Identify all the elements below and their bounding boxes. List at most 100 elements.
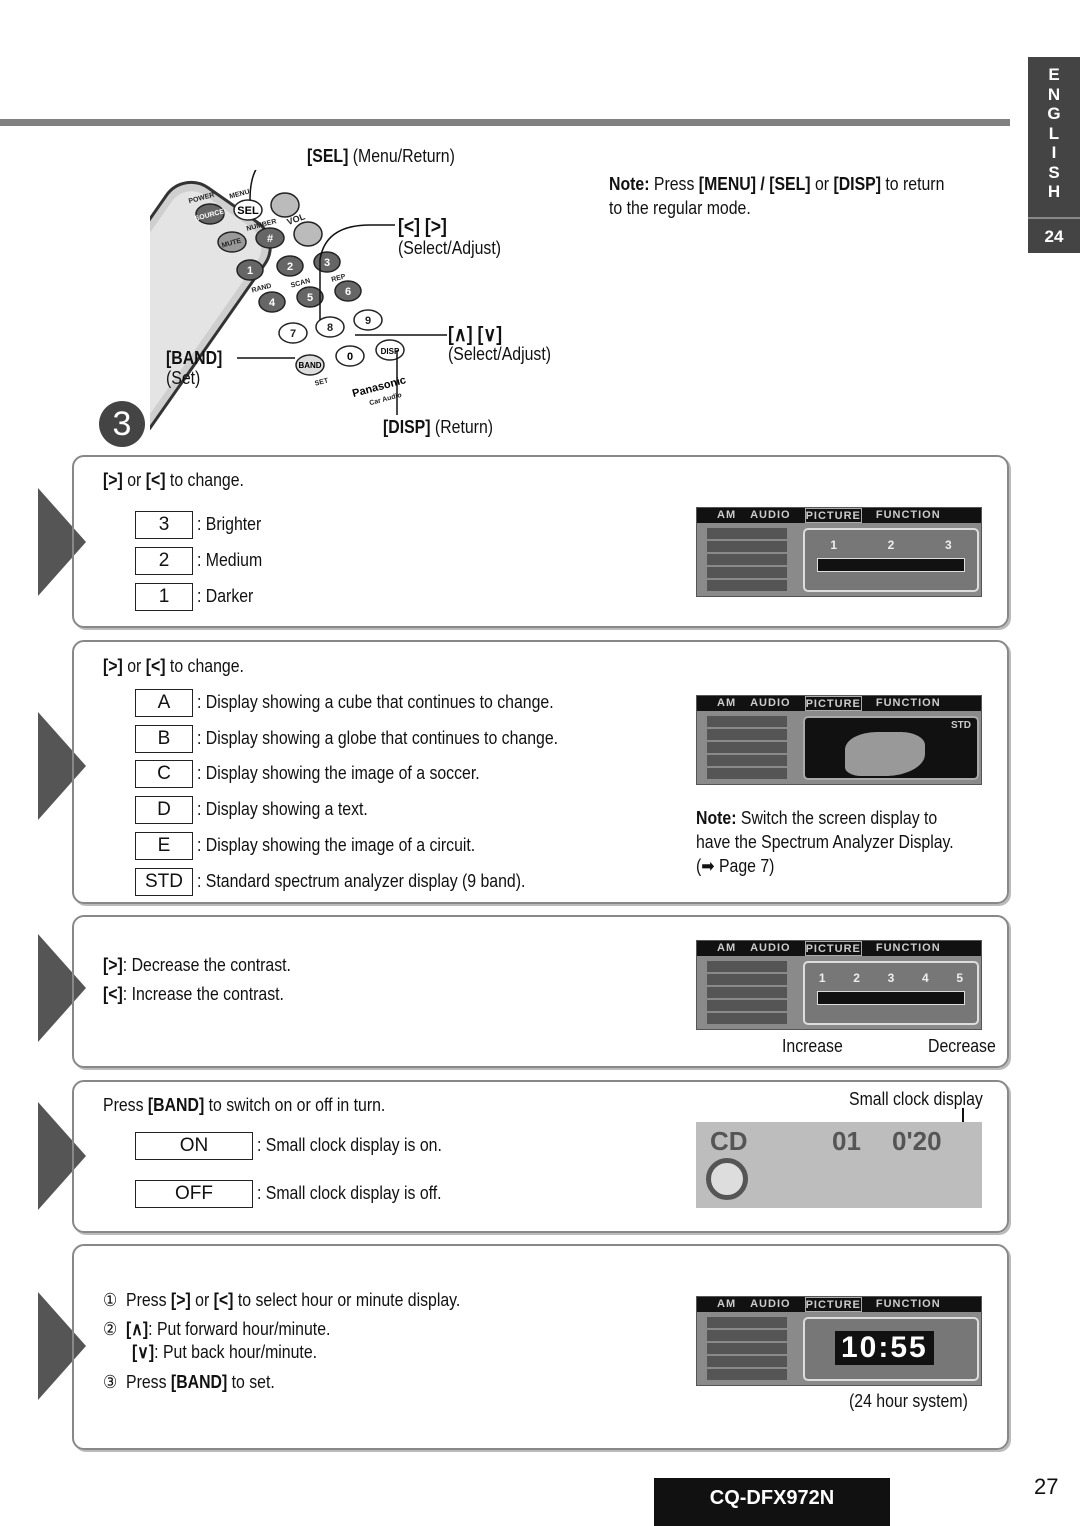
remote-8-button: 8 <box>327 322 333 334</box>
left-right-keys-label: [<] [>] <box>398 216 447 238</box>
option-description: : Display showing a cube that continues … <box>197 692 554 712</box>
sel-label: [SEL] (Menu/Return) <box>307 146 455 166</box>
lcd-tab: PICTURE <box>804 941 862 956</box>
remote-7-button: 7 <box>290 328 296 340</box>
lcd-tab: FUNCTION <box>875 942 941 954</box>
disc-icon <box>706 1158 748 1200</box>
language-label: E N G L I S H <box>1047 65 1061 201</box>
step-number: 3 <box>99 401 145 447</box>
remote-3-button: 3 <box>324 257 330 269</box>
remote-set-label: SET <box>314 377 330 387</box>
option-value: OFF <box>135 1180 253 1208</box>
section-page-number: 24 <box>1028 217 1080 253</box>
note-spectrum: Note: Switch the screen display to <box>696 808 938 828</box>
step-2: ② [∧]: Put forward hour/minute. <box>103 1319 331 1339</box>
option-value: D <box>135 796 193 825</box>
option-description: : Brighter <box>197 514 262 534</box>
lcd-tab: PICTURE <box>804 508 862 523</box>
hour-system-caption: (24 hour system) <box>849 1391 968 1411</box>
option-value: 2 <box>135 547 193 575</box>
option-value: STD <box>135 867 193 896</box>
note-top-line2: to the regular mode. <box>609 198 751 218</box>
remote-4-button: 4 <box>269 297 276 309</box>
option-description: : Darker <box>197 586 254 606</box>
page-number: 27 <box>1034 1474 1059 1499</box>
lcd-source: CD <box>710 1126 748 1156</box>
option-value: 1 <box>135 583 193 611</box>
increase-label: Increase <box>782 1036 843 1056</box>
lcd-tab: PICTURE <box>804 1297 862 1312</box>
instruction: [>] or [<] to change. <box>103 656 244 676</box>
lcd-clock: 10:55 <box>835 1331 934 1365</box>
remote-5-button: 5 <box>307 292 313 304</box>
lcd-track: 01 <box>832 1126 861 1156</box>
remote-band-button: BAND <box>298 361 321 370</box>
option-description: : Medium <box>197 550 263 570</box>
lcd-level: 3 <box>887 971 895 985</box>
lcd-std-label: STD <box>951 720 971 731</box>
lcd-level: 4 <box>922 971 929 985</box>
option-description: : Small clock display is on. <box>257 1135 442 1155</box>
lcd-tab: AM <box>717 942 737 954</box>
note-top: Note: Press [MENU] / [SEL] or [DISP] to … <box>609 174 945 194</box>
remote-menu-label: MENU <box>229 189 251 201</box>
language-tab: E N G L I S H 24 <box>1028 57 1080 253</box>
option-value: 3 <box>135 511 193 539</box>
band-desc: (Set) <box>166 368 201 388</box>
remote-hash-button: # <box>267 233 273 245</box>
increase-instruction: [<]: Increase the contrast. <box>103 984 284 1004</box>
lcd-tab: AM <box>717 697 737 709</box>
left-right-desc: (Select/Adjust) <box>398 238 502 258</box>
lcd-level: 5 <box>956 971 964 985</box>
lcd-tab: AM <box>717 509 737 521</box>
model-footer: CQ-DFX972N <box>654 1478 890 1526</box>
remote-sel-button: SEL <box>237 205 259 217</box>
lcd-cd-display: CD 01 0'20 <box>696 1122 982 1208</box>
step-1: ① Press [>] or [<] to select hour or min… <box>103 1290 461 1310</box>
lcd-contrast: AM AUDIO PICTURE FUNCTION 1 2 3 4 5 <box>696 940 982 1030</box>
option-description: : Display showing the image of a soccer. <box>197 763 480 784</box>
lcd-level: 1 <box>830 538 837 552</box>
up-down-desc: (Select/Adjust) <box>448 344 552 364</box>
lcd-pattern: AM AUDIO PICTURE FUNCTION STD <box>696 695 982 785</box>
lcd-time: 0'20 <box>892 1126 942 1156</box>
lcd-tab: FUNCTION <box>875 509 941 521</box>
lcd-tab: AUDIO <box>750 942 791 954</box>
disp-label: [DISP] (Return) <box>383 417 494 437</box>
remote-zero-button: 0 <box>347 351 353 363</box>
remote-2-button: 2 <box>287 261 293 273</box>
lcd-tab: AM <box>717 1298 737 1310</box>
small-clock-caption: Small clock display <box>849 1089 983 1109</box>
decrease-instruction: [>]: Decrease the contrast. <box>103 955 291 975</box>
option-value: A <box>135 689 193 717</box>
step-2b: [∨]: Put back hour/minute. <box>132 1342 318 1362</box>
caption-pointer <box>962 1108 964 1122</box>
remote-1-button: 1 <box>247 265 253 277</box>
note-page-link[interactable]: (➡ Page 7) <box>696 856 774 877</box>
option-description: : Display showing the image of a circuit… <box>197 834 476 855</box>
note-spectrum-line2: have the Spectrum Analyzer Display. <box>696 832 954 852</box>
lcd-level: 2 <box>853 971 860 985</box>
instruction: [>] or [<] to change. <box>103 470 244 490</box>
lcd-brightness: AM AUDIO PICTURE FUNCTION 1 2 3 <box>696 507 982 597</box>
lcd-tab: AUDIO <box>750 509 791 521</box>
top-rule <box>0 119 1010 126</box>
lcd-tab: FUNCTION <box>875 1298 941 1310</box>
option-value: B <box>135 724 193 753</box>
option-description: : Display showing a text. <box>197 799 368 820</box>
lcd-clock-adjust: AM AUDIO PICTURE FUNCTION 10:55 <box>696 1296 982 1386</box>
option-value: ON <box>135 1132 253 1160</box>
lcd-tab: FUNCTION <box>875 697 941 709</box>
band-label: [BAND] <box>166 348 223 368</box>
lcd-level: 1 <box>818 971 826 985</box>
option-description: : Small clock display is off. <box>257 1183 442 1203</box>
lcd-level: 3 <box>944 538 952 552</box>
lcd-tab: PICTURE <box>804 696 862 711</box>
remote-9-button: 9 <box>365 315 371 327</box>
lcd-tab: AUDIO <box>750 697 791 709</box>
lcd-level: 2 <box>887 538 895 552</box>
option-description: : Display showing a globe that continues… <box>197 727 559 748</box>
option-value: E <box>135 831 193 860</box>
option-description: : Standard spectrum analyzer display (9 … <box>197 870 526 891</box>
instruction: Press [BAND] to switch on or off in turn… <box>103 1095 386 1115</box>
